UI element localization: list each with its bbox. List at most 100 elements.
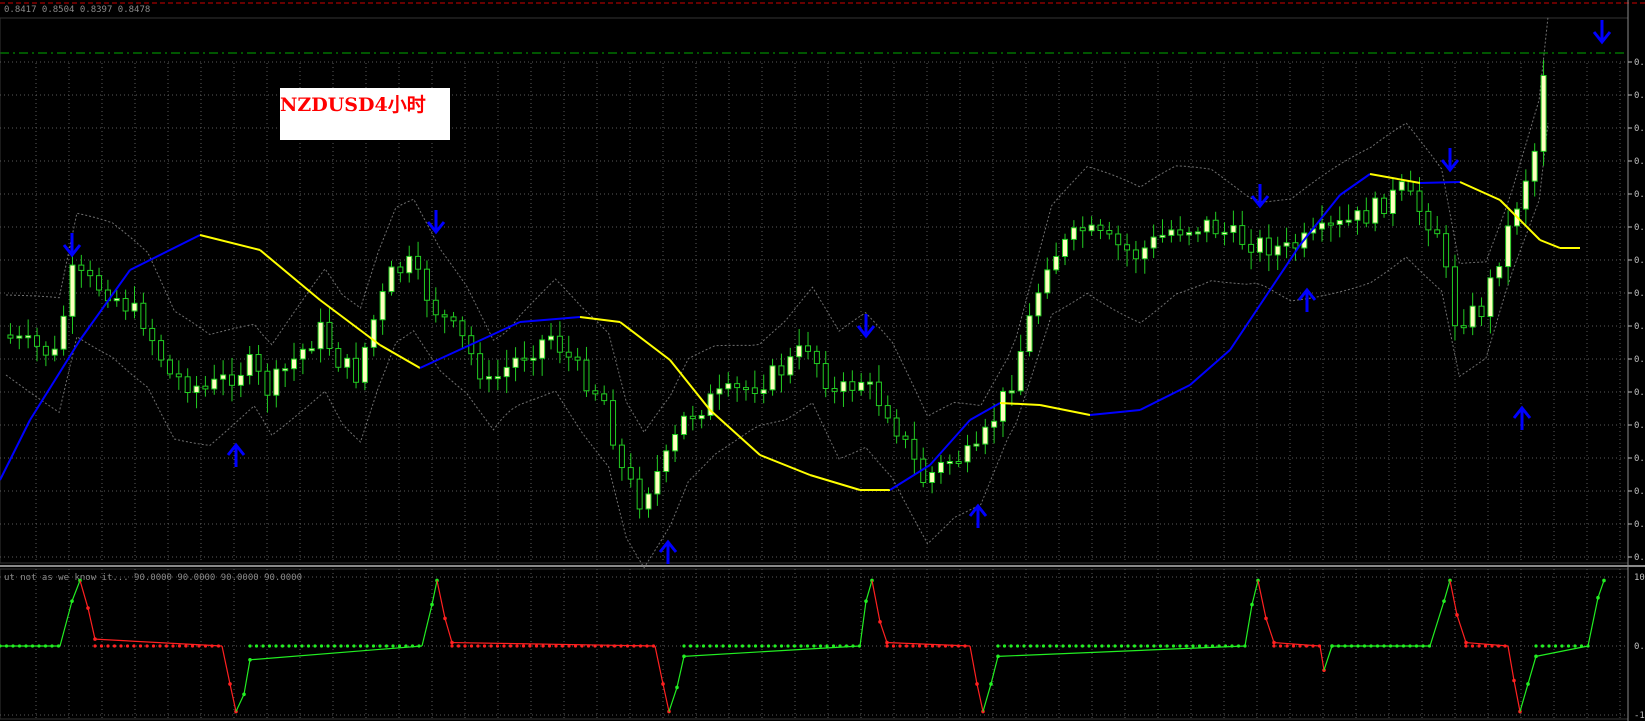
oscillator-dot	[1204, 644, 1208, 648]
candle-body	[946, 461, 953, 465]
oscillator-dot	[1145, 644, 1150, 648]
oscillator-dot	[1236, 644, 1241, 648]
oscillator-segment	[865, 580, 873, 602]
oscillator-dot	[721, 644, 725, 648]
oscillator-dot	[177, 644, 182, 648]
candle-body	[592, 390, 599, 395]
oscillator-dot	[1113, 644, 1117, 648]
buy-arrow-icon	[658, 539, 678, 564]
oscillator-dot	[1291, 644, 1296, 648]
oscillator-dot	[1048, 644, 1052, 648]
moving-average-segment	[519, 316, 581, 323]
candle-body	[1478, 305, 1485, 318]
buy-arrow-icon	[226, 442, 246, 467]
moving-average-segment	[809, 474, 861, 491]
oscillator-dot	[280, 644, 285, 648]
candle-body	[689, 415, 696, 420]
candle-body	[636, 478, 643, 510]
candle-body	[237, 374, 244, 386]
oscillator-dot	[695, 644, 699, 648]
candle-body	[1274, 245, 1281, 256]
candle-body	[140, 302, 147, 329]
oscillator-dot	[1483, 644, 1488, 648]
candle-body	[982, 426, 989, 445]
sell-arrow-icon	[856, 314, 876, 339]
candle-body	[751, 387, 758, 395]
candle-body	[556, 335, 563, 353]
oscillator-segment	[1251, 580, 1259, 605]
oscillator-dot	[371, 644, 376, 648]
candle-body	[929, 472, 936, 484]
candle-body	[1106, 229, 1113, 235]
price-axis-label: 0.8	[1634, 124, 1645, 134]
candle-body	[1230, 225, 1237, 233]
candle-body	[1407, 181, 1414, 192]
candle-body	[1044, 269, 1051, 294]
candle-body	[228, 374, 235, 386]
candle-body	[1540, 75, 1547, 152]
candle-body	[742, 387, 749, 391]
candle-body	[1150, 236, 1157, 249]
oscillator-dot	[1349, 644, 1354, 648]
oscillator-segment	[1265, 618, 1275, 643]
candle-body	[955, 461, 962, 465]
oscillator-dot	[1547, 644, 1551, 648]
oscillator-dot	[1106, 644, 1111, 648]
candle-body	[96, 275, 103, 291]
candle-body	[663, 450, 670, 473]
oscillator-dot	[831, 644, 836, 648]
candle-body	[1141, 247, 1148, 260]
price-axis-label: 0.8	[1634, 388, 1645, 398]
oscillator-dot	[937, 644, 941, 648]
oscillator-dot	[638, 644, 643, 648]
oscillator-dot	[1080, 644, 1085, 648]
candle-body	[246, 354, 253, 376]
oscillator-segment	[229, 683, 237, 712]
price-axis-label: 0.8	[1634, 421, 1645, 431]
candle-body	[308, 348, 315, 352]
sell-arrow-icon	[426, 210, 446, 235]
candle-body	[122, 298, 129, 312]
oscillator-dot	[1490, 644, 1494, 648]
candle-body	[769, 365, 776, 391]
oscillator-dot	[1002, 644, 1007, 648]
oscillator-segment	[654, 645, 664, 685]
sell-arrow-icon	[1250, 184, 1270, 209]
candle-body	[166, 359, 173, 375]
oscillator-dot	[106, 644, 110, 648]
oscillator-dot	[1534, 644, 1538, 648]
candle-body	[822, 363, 829, 389]
oscillator-dot	[254, 644, 259, 648]
chart-window: 0.8 0.8 0.8 0.8 0.8 0.8 0.8 0.8 0.8 0.8 0.8 0.8 0.7 0…	[0, 0, 1645, 721]
oscillator-dot	[358, 644, 363, 648]
price-chart[interactable]: 0.8 0.8 0.8 0.8 0.8 0.8 0.8 0.8 0.8 0.8 0.8 0.8 0.7 0…	[0, 0, 1645, 721]
oscillator-dot	[112, 644, 117, 648]
candle-body	[1531, 150, 1538, 182]
oscillator-dot	[1573, 644, 1577, 648]
moving-average-segment	[1419, 181, 1461, 184]
oscillator-dot	[313, 644, 317, 648]
candle-body	[255, 354, 262, 372]
candle-body	[884, 405, 891, 419]
sell-arrow-icon	[1592, 20, 1612, 45]
candle-body	[973, 443, 980, 447]
oscillator-segment	[1597, 580, 1605, 598]
candle-body	[397, 266, 404, 274]
oscillator-dot	[619, 644, 623, 648]
oscillator-segment	[1513, 680, 1521, 712]
oscillator-dot	[599, 644, 604, 648]
candle-body	[813, 350, 820, 365]
oscillator-dot	[573, 644, 578, 648]
oscillator-dot	[450, 644, 454, 648]
oscillator-dot	[1158, 644, 1163, 648]
oscillator-segment	[976, 683, 984, 712]
oscillator-dot	[651, 644, 656, 648]
candle-body	[902, 435, 909, 440]
candle-body	[432, 299, 439, 316]
oscillator-dot	[326, 644, 330, 648]
candle-body	[1398, 181, 1405, 191]
oscillator-dot	[203, 644, 208, 648]
moving-average-segment	[79, 269, 131, 341]
oscillator-dot	[1464, 644, 1468, 648]
oscillator-dot	[210, 644, 214, 648]
